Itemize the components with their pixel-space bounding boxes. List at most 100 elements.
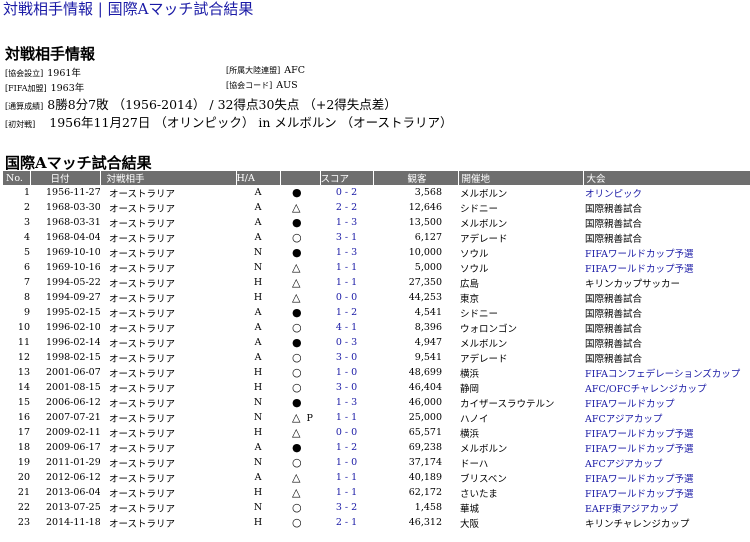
competition-text: キリンチャレンジカップ <box>585 518 690 530</box>
row-no: 8 <box>23 292 30 303</box>
row-score[interactable]: 1 - 0 <box>320 365 373 380</box>
row-venue: カイザースラウテルン <box>460 398 555 410</box>
row-no: 2 <box>23 202 30 213</box>
row-score[interactable]: 2 - 2 <box>320 200 373 215</box>
table-row: 14 2001-08-15 オーストラリア H ○ 3 - 0 46,404 静岡 AFC/OF… <box>3 380 750 395</box>
row-venue: ブリスベン <box>460 473 507 485</box>
row-attendance: 4,947 <box>414 337 442 348</box>
row-venue: ソウル <box>460 248 489 260</box>
competition-link[interactable]: FIFAワールドカップ <box>585 399 674 410</box>
result-mark-icon: ● <box>292 246 302 259</box>
row-attendance: 25,000 <box>408 412 442 423</box>
row-venue: 横浜 <box>460 368 480 380</box>
row-opponent: オーストラリア <box>109 353 176 365</box>
row-attendance: 4,541 <box>414 307 442 318</box>
competition-link[interactable]: FIFAワールドカップ予選 <box>585 429 693 440</box>
row-score[interactable]: 0 - 0 <box>320 425 373 440</box>
row-date: 1996-02-14 <box>46 337 100 348</box>
info-founded: [協会設立] 1961年 <box>5 65 81 79</box>
row-attendance: 12,646 <box>408 202 442 213</box>
row-ha: H <box>253 517 263 528</box>
row-opponent: オーストラリア <box>109 248 176 260</box>
row-result: ○ <box>280 380 320 395</box>
row-venue: アデレード <box>460 233 508 245</box>
row-score[interactable]: 1 - 2 <box>320 305 373 320</box>
row-score[interactable]: 0 - 0 <box>320 290 373 305</box>
competition-link[interactable]: AFC/OFCチャレンジカップ <box>585 384 706 395</box>
row-score[interactable]: 4 - 1 <box>320 320 373 335</box>
competition-link[interactable]: FIFAワールドカップ予選 <box>585 249 693 260</box>
row-score[interactable]: 1 - 1 <box>320 485 373 500</box>
row-score[interactable]: 1 - 1 <box>320 260 373 275</box>
row-opponent: オーストラリア <box>109 368 176 380</box>
row-score[interactable]: 0 - 2 <box>320 185 373 200</box>
row-result: ● <box>280 185 320 200</box>
col-header-score: スコア <box>320 171 374 185</box>
row-attendance: 1,458 <box>414 502 442 513</box>
row-score[interactable]: 1 - 1 <box>320 275 373 290</box>
result-mark-icon: △ <box>292 276 301 289</box>
table-row: 2 1968-03-30 オーストラリア A △ 2 - 2 12,646 シドニー 国際親善試… <box>3 200 750 215</box>
row-score[interactable]: 3 - 0 <box>320 380 373 395</box>
competition-link[interactable]: AFCアジアカップ <box>585 459 662 470</box>
result-mark-icon: ○ <box>292 231 302 244</box>
row-score[interactable]: 1 - 3 <box>320 395 373 410</box>
first-match-value: 1956年11月27日 （オリンピック） in メルボルン （オーストラリア） <box>49 115 453 130</box>
row-score[interactable]: 1 - 1 <box>320 470 373 485</box>
row-venue: 東京 <box>460 293 480 305</box>
competition-link[interactable]: オリンピック <box>585 189 642 200</box>
row-score[interactable]: 3 - 0 <box>320 350 373 365</box>
row-opponent: オーストラリア <box>109 203 176 215</box>
competition-link[interactable]: FIFAワールドカップ予選 <box>585 474 693 485</box>
row-date: 1969-10-16 <box>46 262 100 273</box>
row-score[interactable]: 2 - 1 <box>320 515 373 530</box>
row-score[interactable]: 1 - 3 <box>320 245 373 260</box>
competition-link[interactable]: EAFF東アジアカップ <box>585 504 678 515</box>
row-competition: 国際親善試合 <box>583 230 750 245</box>
row-date: 2014-11-18 <box>46 517 100 528</box>
table-row: 3 1968-03-31 オーストラリア A ● 1 - 3 13,500 メルボルン 国際親善… <box>3 215 750 230</box>
row-no: 10 <box>17 322 30 333</box>
row-score[interactable]: 1 - 3 <box>320 215 373 230</box>
row-attendance: 65,571 <box>408 427 442 438</box>
row-no: 21 <box>17 487 30 498</box>
row-result: △ <box>280 200 320 215</box>
row-date: 2011-01-29 <box>46 457 100 468</box>
record-label: [通算成績] <box>5 102 44 111</box>
competition-link[interactable]: FIFAワールドカップ予選 <box>585 489 693 500</box>
competition-link[interactable]: FIFAワールドカップ予選 <box>585 444 693 455</box>
row-date: 2006-06-12 <box>46 397 100 408</box>
row-ha: A <box>254 307 262 318</box>
row-score[interactable]: 1 - 2 <box>320 440 373 455</box>
row-venue: シドニー <box>460 308 499 320</box>
competition-text: キリンカップサッカー <box>585 278 681 290</box>
row-date: 1995-02-15 <box>46 307 100 318</box>
row-date: 1968-03-31 <box>46 217 100 228</box>
row-ha: H <box>253 292 263 303</box>
row-competition: FIFAワールドカップ <box>583 395 750 410</box>
row-attendance: 37,174 <box>408 457 442 468</box>
row-score[interactable]: 1 - 1 <box>320 410 373 425</box>
row-ha: A <box>254 352 262 363</box>
row-ha: H <box>253 367 263 378</box>
competition-link[interactable]: FIFAワールドカップ予選 <box>585 264 693 275</box>
table-row: 23 2014-11-18 オーストラリア H ○ 2 - 1 46,312 大阪 キリンチャレ… <box>3 515 750 530</box>
competition-link[interactable]: AFCアジアカップ <box>585 414 662 425</box>
row-ha: A <box>254 322 262 333</box>
row-competition: 国際親善試合 <box>583 290 750 305</box>
row-venue: ウォロンゴン <box>460 323 518 335</box>
row-competition: FIFAワールドカップ予選 <box>583 425 750 440</box>
row-venue: 華城 <box>460 503 480 515</box>
table-row: 15 2006-06-12 オーストラリア N ● 1 - 3 46,000 カイザースラウテ… <box>3 395 750 410</box>
row-score[interactable]: 3 - 1 <box>320 230 373 245</box>
row-score[interactable]: 3 - 2 <box>320 500 373 515</box>
row-score[interactable]: 0 - 3 <box>320 335 373 350</box>
row-score[interactable]: 1 - 0 <box>320 455 373 470</box>
competition-link[interactable]: FIFAコンフェデレーションズカップ <box>585 369 740 380</box>
row-date: 1968-03-30 <box>46 202 100 213</box>
col-header-ha: H/A <box>236 171 281 185</box>
table-row: 1 1956-11-27 オーストラリア A ● 0 - 2 3,568 メルボルン オリンピッ… <box>3 185 750 200</box>
col-header-result <box>280 171 321 185</box>
row-ha: H <box>253 487 263 498</box>
row-attendance: 13,500 <box>408 217 442 228</box>
